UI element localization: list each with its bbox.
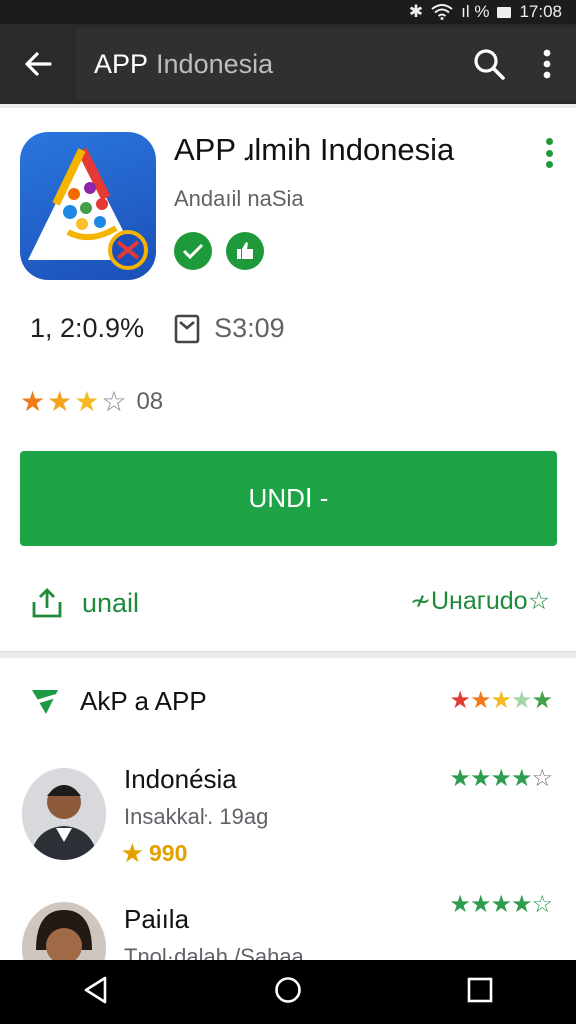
search-query: APP — [94, 48, 149, 79]
back-button[interactable] — [0, 24, 76, 104]
review-item[interactable]: Indonésia Insakkaŀ. 19ag ★ 990 ★★★★☆ — [0, 764, 576, 878]
editors-choice-badge — [226, 232, 264, 270]
search-query-suffix: Indonesia — [156, 48, 274, 79]
avatar — [22, 902, 106, 960]
bluetooth-icon: ✱ — [408, 2, 424, 21]
checkmark-icon — [182, 243, 204, 260]
app-size: S3:09 — [214, 313, 285, 343]
more-vert-icon — [543, 49, 551, 79]
triangle-back-icon — [84, 976, 106, 1003]
reviews-title: AkP a APP — [80, 685, 207, 716]
search-button[interactable] — [460, 24, 518, 104]
star-empty-icon: ☆ — [101, 386, 127, 417]
review-subtitle: Insakkaŀ. 19ag — [124, 804, 269, 829]
signal-text: ıl % — [461, 2, 490, 21]
star-full-icon: ★ — [469, 687, 491, 714]
app-stats: 1, 2:0.9% S3:09 — [30, 313, 285, 344]
star-full-icon: ★ — [490, 765, 511, 792]
more-vert-dot-icon — [545, 138, 553, 145]
square-recents-icon — [468, 977, 493, 1002]
star-full-icon: ★ — [449, 765, 470, 792]
star-full-icon: ★ — [74, 386, 100, 417]
developer-name[interactable]: Andaıil naSia — [174, 186, 304, 212]
wifi-icon — [431, 4, 453, 20]
app-rating: ★ ★ ★ ☆ 08 — [20, 388, 163, 416]
search-icon — [474, 49, 505, 80]
reviewer-name: Indonésia — [124, 764, 237, 794]
star-empty-icon: ☆ — [531, 891, 552, 918]
arrow-left-icon — [25, 52, 52, 76]
circle-home-icon — [275, 976, 301, 1003]
battery-icon — [497, 6, 512, 18]
app-logo-graphic — [28, 147, 148, 270]
share-label: unail — [82, 587, 140, 618]
file-size-icon — [174, 314, 200, 343]
star-empty-icon: ☆ — [531, 765, 552, 792]
review-stars: ★★★★☆ — [449, 890, 553, 919]
star-full-icon: ★ — [20, 386, 46, 417]
star-full-icon: ★ — [490, 891, 511, 918]
star-half-icon: ★ — [510, 765, 532, 792]
star-full-icon: ★ — [47, 386, 73, 417]
star-full-icon: ★ — [490, 687, 511, 714]
star-half-icon: ★ — [510, 687, 532, 714]
reviewer-name: Paiıla — [124, 904, 190, 934]
play-store-icon — [32, 690, 58, 714]
status-time: 17:08 — [519, 2, 562, 21]
star-full-icon: ★ — [449, 891, 470, 918]
review-subtitle: Tnol·dalah /Sahaa — [124, 944, 304, 960]
app-details-card: APP ɹlmih Indonesia Andaıil naSia 1, 2:0… — [0, 108, 576, 652]
nav-home-button[interactable] — [274, 976, 302, 1009]
app-icon — [20, 132, 156, 280]
downloads-count: 1, 2:0.9% — [30, 313, 145, 343]
verified-badge — [174, 232, 212, 270]
star-full-icon: ★ — [469, 765, 491, 792]
status-bar: ✱ ıl % 17:08 — [0, 0, 576, 24]
review-item[interactable]: Paiıla Tnol·dalah /Sahaa ★★★★☆ — [0, 891, 576, 960]
more-vert-dot-icon — [545, 149, 553, 157]
star-full-icon: ★ — [122, 840, 143, 866]
review-stars: ★★★★☆ — [449, 764, 553, 793]
nav-recents-button[interactable] — [467, 977, 493, 1008]
share-button[interactable]: unail — [30, 586, 139, 620]
reviews-header: AkP a APP — [26, 684, 207, 718]
nav-back-button[interactable] — [83, 976, 109, 1009]
thumbs-up-icon — [237, 242, 253, 259]
review-score-value: 990 — [149, 840, 188, 866]
install-button[interactable]: UNDꓲ - — [20, 451, 557, 546]
star-full-icon: ★ — [449, 687, 470, 714]
wishlist-button[interactable]: ≁Uнaгudo☆ — [410, 586, 550, 616]
overflow-menu-button[interactable] — [518, 24, 576, 104]
star-half-icon: ★ — [510, 891, 532, 918]
avatar — [22, 768, 106, 860]
rating-count: 08 — [136, 388, 164, 415]
overall-stars: ★★★★★ — [449, 686, 553, 715]
reviews-card: AkP a APP ★★★★★ Indonésia Insakkaŀ. 19ag… — [0, 658, 576, 960]
star-full-icon: ★ — [531, 687, 552, 714]
review-score: ★ 990 — [122, 840, 187, 867]
more-vert-dot-icon — [545, 161, 553, 168]
system-nav-bar — [0, 960, 576, 1024]
star-full-icon: ★ — [469, 891, 491, 918]
app-more-button[interactable] — [544, 138, 554, 168]
share-icon — [32, 588, 62, 618]
app-title: APP ɹlmih Indonesia — [174, 132, 455, 167]
app-bar: APP Indonesia — [0, 24, 576, 104]
